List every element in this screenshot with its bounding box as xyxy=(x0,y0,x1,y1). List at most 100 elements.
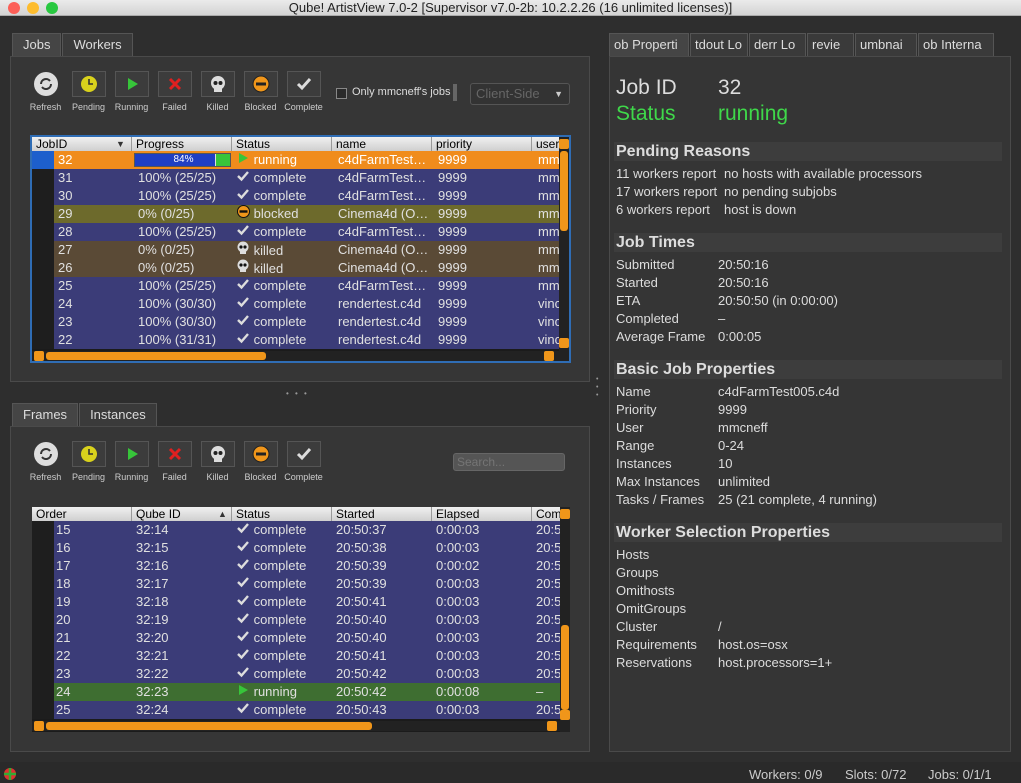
column-header[interactable]: Qube ID xyxy=(132,507,232,521)
scroll-thumb[interactable] xyxy=(560,151,568,231)
row-header[interactable] xyxy=(32,539,54,557)
table-row[interactable]: 16 32:15 complete 20:50:38 0:00:03 20:5 xyxy=(32,539,561,557)
tab-preview[interactable]: revie xyxy=(807,33,854,56)
row-header[interactable] xyxy=(32,665,54,683)
row-header[interactable] xyxy=(32,187,54,205)
row-header[interactable] xyxy=(32,169,54,187)
table-row[interactable]: 22 32:21 complete 20:50:41 0:00:03 20:5 xyxy=(32,647,561,665)
row-header[interactable] xyxy=(32,701,54,719)
failed-filter-button[interactable]: Failed xyxy=(153,71,196,112)
client-side-dropdown[interactable]: Client-Side ▼ xyxy=(470,83,570,105)
row-header[interactable] xyxy=(32,151,54,169)
complete-filter-button[interactable]: Complete xyxy=(282,71,325,112)
failed-filter-button[interactable]: Failed xyxy=(153,441,196,482)
tab-job-internals[interactable]: ob Interna xyxy=(918,33,994,56)
scroll-right-button[interactable] xyxy=(544,351,554,361)
scroll-down-button[interactable] xyxy=(560,710,570,720)
table-row[interactable]: 23 32:22 complete 20:50:42 0:00:03 20:5 xyxy=(32,665,561,683)
vertical-splitter-handle[interactable]: • • • xyxy=(596,376,598,400)
table-row[interactable]: 27 0% (0/25) killed Cinema4d (O… 9999 mm xyxy=(32,241,560,259)
scroll-up-button[interactable] xyxy=(560,509,570,519)
table-row[interactable]: 20 32:19 complete 20:50:40 0:00:03 20:5 xyxy=(32,611,561,629)
frames-vscrollbar[interactable] xyxy=(560,507,570,732)
column-header[interactable]: Started xyxy=(332,507,432,521)
scroll-up-button[interactable] xyxy=(559,139,569,149)
search-input[interactable] xyxy=(453,453,565,471)
column-header[interactable]: priority xyxy=(432,137,532,151)
row-header[interactable] xyxy=(32,223,54,241)
only-mine-checkbox[interactable] xyxy=(336,88,347,99)
tab-thumbnails[interactable]: umbnai xyxy=(855,33,917,56)
table-row[interactable]: 15 32:14 complete 20:50:37 0:00:03 20:5 xyxy=(32,521,561,539)
column-header[interactable]: Elapsed xyxy=(432,507,532,521)
table-row[interactable]: 17 32:16 complete 20:50:39 0:00:02 20:5 xyxy=(32,557,561,575)
table-row[interactable]: 31 100% (25/25) complete c4dFarmTest… 9999 m… xyxy=(32,169,560,187)
refresh-button[interactable]: Refresh xyxy=(24,71,67,112)
minimize-window-button[interactable] xyxy=(27,2,39,14)
refresh-button[interactable]: Refresh xyxy=(24,441,67,482)
column-header[interactable]: name xyxy=(332,137,432,151)
row-header[interactable] xyxy=(32,575,54,593)
scroll-right-button[interactable] xyxy=(547,721,557,731)
table-row[interactable]: 23 100% (30/30) complete rendertest.c4d 999… xyxy=(32,313,560,331)
tab-stderr-log[interactable]: derr Lo xyxy=(749,33,806,56)
table-row[interactable]: 25 32:24 complete 20:50:43 0:00:03 20:5 xyxy=(32,701,561,719)
blocked-filter-button[interactable]: Blocked xyxy=(239,71,282,112)
maximize-window-button[interactable] xyxy=(46,2,58,14)
row-header[interactable] xyxy=(32,205,54,223)
blocked-filter-button[interactable]: Blocked xyxy=(239,441,282,482)
pending-filter-button[interactable]: Pending xyxy=(67,71,110,112)
close-window-button[interactable] xyxy=(8,2,20,14)
killed-filter-button[interactable]: Killed xyxy=(196,71,239,112)
running-filter-button[interactable]: Running xyxy=(110,71,153,112)
scroll-thumb[interactable] xyxy=(46,722,372,730)
table-row[interactable]: 24 100% (30/30) complete rendertest.c4d 999… xyxy=(32,295,560,313)
row-header[interactable] xyxy=(32,259,54,277)
pending-filter-button[interactable]: Pending xyxy=(67,441,110,482)
scroll-down-button[interactable] xyxy=(559,338,569,348)
row-header[interactable] xyxy=(32,313,54,331)
jobs-hscrollbar[interactable] xyxy=(32,351,559,361)
row-header[interactable] xyxy=(32,683,54,701)
row-header[interactable] xyxy=(32,521,54,539)
table-row[interactable]: 26 0% (0/25) killed Cinema4d (O… 9999 mm xyxy=(32,259,560,277)
row-header[interactable] xyxy=(32,629,54,647)
table-row[interactable]: 29 0% (0/25) blocked Cinema4d (O… 9999 mm xyxy=(32,205,560,223)
tab-instances[interactable]: Instances xyxy=(79,403,157,426)
table-row[interactable]: 24 32:23 running 20:50:42 0:00:08 – xyxy=(32,683,560,701)
table-row[interactable]: 32 84% running c4dFarmTest… 9999 mm xyxy=(32,151,560,169)
column-header[interactable]: Order xyxy=(32,507,132,521)
scroll-left-button[interactable] xyxy=(34,721,44,731)
column-header[interactable]: user xyxy=(532,137,562,151)
frames-hscrollbar[interactable] xyxy=(32,721,560,731)
scroll-thumb[interactable] xyxy=(561,625,569,710)
row-header[interactable] xyxy=(32,277,54,295)
table-row[interactable]: 19 32:18 complete 20:50:41 0:00:03 20:5 xyxy=(32,593,561,611)
table-row[interactable]: 22 100% (31/31) complete rendertest.c4d 999… xyxy=(32,331,560,349)
complete-filter-button[interactable]: Complete xyxy=(282,441,325,482)
scroll-thumb[interactable] xyxy=(46,352,266,360)
jobs-vscrollbar[interactable] xyxy=(559,137,569,361)
tab-frames[interactable]: Frames xyxy=(12,403,79,426)
row-header[interactable] xyxy=(32,557,54,575)
column-header[interactable]: Status xyxy=(232,507,332,521)
row-header[interactable] xyxy=(32,331,54,349)
column-header[interactable]: Status xyxy=(232,137,332,151)
row-header[interactable] xyxy=(32,295,54,313)
tab-jobs[interactable]: Jobs xyxy=(12,33,62,56)
tab-stdout-log[interactable]: tdout Lo xyxy=(690,33,748,56)
splitter-handle[interactable]: • • • xyxy=(286,389,309,398)
table-row[interactable]: 25 100% (25/25) complete c4dFarmTest… 9999 m… xyxy=(32,277,560,295)
table-row[interactable]: 30 100% (25/25) complete c4dFarmTest… 9999 m… xyxy=(32,187,560,205)
tab-workers[interactable]: Workers xyxy=(62,33,133,56)
row-header[interactable] xyxy=(32,647,54,665)
column-header[interactable]: Progress xyxy=(132,137,232,151)
scroll-left-button[interactable] xyxy=(34,351,44,361)
table-row[interactable]: 21 32:20 complete 20:50:40 0:00:03 20:5 xyxy=(32,629,561,647)
table-row[interactable]: 28 100% (25/25) complete c4dFarmTest… 9999 m… xyxy=(32,223,560,241)
running-filter-button[interactable]: Running xyxy=(110,441,153,482)
row-header[interactable] xyxy=(32,241,54,259)
killed-filter-button[interactable]: Killed xyxy=(196,441,239,482)
table-row[interactable]: 18 32:17 complete 20:50:39 0:00:03 20:5 xyxy=(32,575,561,593)
column-header[interactable]: Com xyxy=(532,507,562,521)
